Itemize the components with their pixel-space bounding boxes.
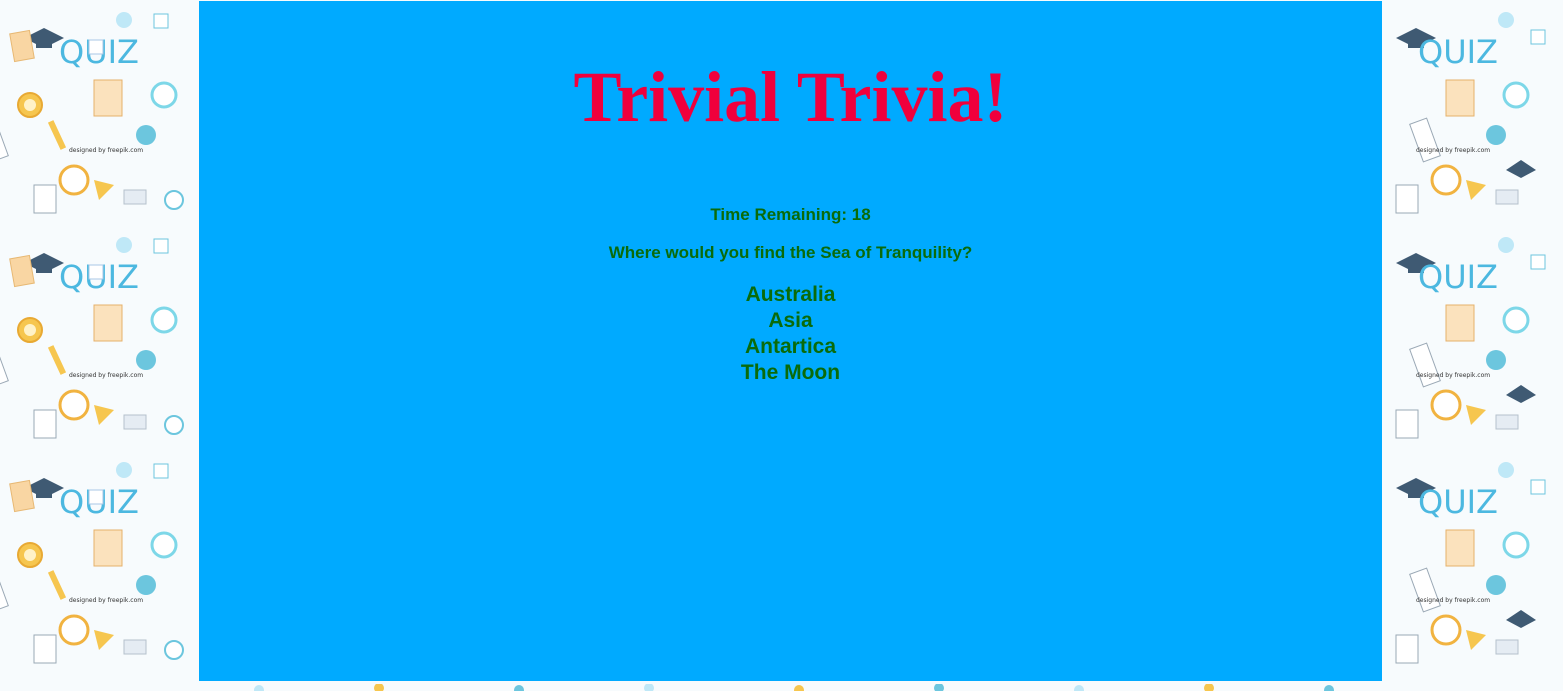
- quiz-container: Trivial Trivia! Time Remaining: 18 Where…: [199, 1, 1382, 681]
- answer-option[interactable]: Australia: [199, 282, 1382, 308]
- quiz-pattern-tile: QUIZ designed by freepik.com: [1382, 0, 1563, 225]
- answer-option[interactable]: The Moon: [199, 360, 1382, 386]
- background-pattern-left: QUIZ designed by freepik.com QUIZ: [0, 0, 199, 691]
- background-pattern-right: QUIZ designed by freepik.com QUIZ design…: [1382, 0, 1563, 691]
- svg-text:QUIZ: QUIZ: [1418, 33, 1498, 71]
- svg-text:designed by freepik.com: designed by freepik.com: [69, 147, 143, 154]
- answer-option[interactable]: Asia: [199, 308, 1382, 334]
- answer-option[interactable]: Antartica: [199, 334, 1382, 360]
- answer-option-label[interactable]: Australia: [746, 282, 836, 308]
- svg-text:designed by freepik.com: designed by freepik.com: [1416, 147, 1490, 154]
- quiz-pattern-tile: QUIZ designed by freepik.com: [0, 450, 199, 675]
- svg-text:QUIZ: QUIZ: [1418, 483, 1498, 521]
- timer: Time Remaining: 18: [199, 204, 1382, 226]
- quiz-pattern-tile: QUIZ designed by freepik.com: [0, 0, 199, 225]
- question-text: Where would you find the Sea of Tranquil…: [608, 243, 973, 262]
- time-remaining-value: 18: [851, 205, 871, 224]
- answer-list: Australia Asia Antartica The Moon: [199, 282, 1382, 386]
- svg-text:designed by freepik.com: designed by freepik.com: [69, 372, 143, 379]
- svg-text:designed by freepik.com: designed by freepik.com: [1416, 597, 1490, 604]
- quiz-pattern-tile: QUIZ designed by freepik.com: [1382, 225, 1563, 450]
- quiz-pattern-tile: QUIZ designed by freepik.com: [0, 225, 199, 450]
- timer-label: Time Remaining:: [710, 205, 852, 224]
- background-pattern-bottom: [199, 681, 1382, 691]
- answer-option-label[interactable]: Antartica: [745, 334, 836, 360]
- answer-option-label[interactable]: The Moon: [741, 360, 840, 386]
- answer-option-label[interactable]: Asia: [768, 308, 812, 334]
- quiz-pattern-tile: QUIZ designed by freepik.com: [1382, 450, 1563, 675]
- svg-text:designed by freepik.com: designed by freepik.com: [1416, 372, 1490, 379]
- svg-text:designed by freepik.com: designed by freepik.com: [69, 597, 143, 604]
- page-title: Trivial Trivia!: [573, 57, 1008, 137]
- quiz-pattern-strip: [199, 683, 1382, 691]
- svg-text:QUIZ: QUIZ: [1418, 258, 1498, 296]
